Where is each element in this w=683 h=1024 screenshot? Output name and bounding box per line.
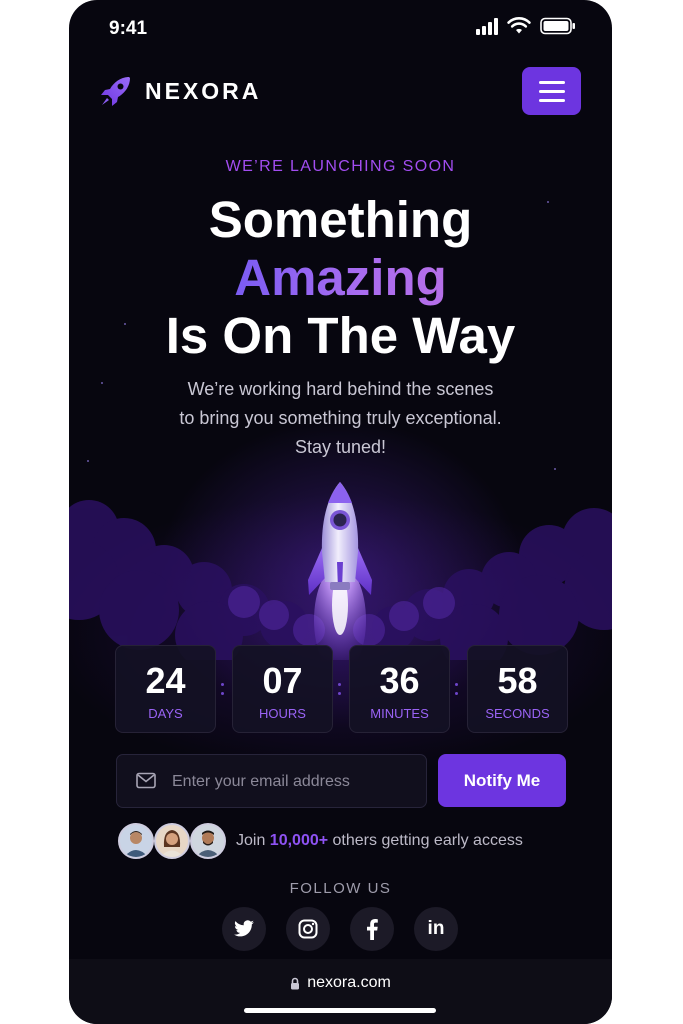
url-row[interactable]: nexora.com bbox=[69, 974, 612, 992]
subtitle-line: Stay tuned! bbox=[294, 437, 387, 457]
brand-name: NEXORA bbox=[145, 77, 262, 104]
linkedin-link[interactable]: in bbox=[414, 907, 458, 951]
twitter-icon bbox=[234, 920, 254, 937]
avatar bbox=[190, 823, 226, 859]
social-proof-prefix: Join bbox=[236, 832, 270, 849]
email-field[interactable] bbox=[116, 754, 427, 809]
countdown-minutes: 36 MINUTES bbox=[349, 645, 450, 733]
countdown-value: 36 bbox=[379, 660, 420, 701]
countdown-label: MINUTES bbox=[370, 706, 429, 721]
instagram-link[interactable] bbox=[286, 907, 330, 951]
rocket-illustration bbox=[69, 470, 612, 675]
follow-us-label: FOLLOW US bbox=[289, 880, 392, 897]
wifi-icon bbox=[507, 17, 531, 34]
home-indicator[interactable] bbox=[244, 1008, 436, 1013]
hamburger-menu-button[interactable] bbox=[522, 67, 581, 115]
status-time: 9:41 bbox=[109, 18, 148, 39]
hero-subtitle: We’re working hard behind the scenes to … bbox=[69, 375, 612, 462]
countdown-label: SECONDS bbox=[485, 706, 550, 721]
status-bar: 9:41 bbox=[69, 0, 612, 56]
countdown-days: 24 DAYS bbox=[115, 645, 216, 733]
headline-highlight: Amazing bbox=[234, 249, 447, 306]
launch-eyebrow: WE’RE LAUNCHING SOON bbox=[225, 158, 456, 175]
top-nav: NEXORA bbox=[69, 66, 612, 116]
mail-icon bbox=[136, 772, 156, 789]
countdown-seconds: 58 SECONDS bbox=[467, 645, 568, 733]
email-input[interactable] bbox=[170, 755, 419, 809]
browser-url-bar: nexora.com bbox=[69, 959, 612, 1024]
headline-line-2: Amazing bbox=[69, 249, 612, 307]
rocket-icon bbox=[101, 77, 130, 106]
cellular-signal-icon bbox=[476, 17, 498, 35]
rocket-launch-graphic bbox=[69, 482, 612, 675]
brand-logo[interactable]: NEXORA bbox=[99, 74, 261, 108]
countdown-hours: 07 HOURS bbox=[232, 645, 333, 733]
countdown-value: 58 bbox=[497, 660, 538, 701]
countdown-value: 07 bbox=[262, 660, 303, 701]
avatar bbox=[154, 823, 190, 859]
lock-icon bbox=[291, 977, 300, 989]
linkedin-icon: in bbox=[427, 918, 445, 939]
hamburger-menu-icon bbox=[538, 80, 565, 84]
headline-line-1: Something bbox=[208, 191, 473, 248]
phone-screen: 9:41 NEXORA WE’RE LAUNCHING SOON Somethi… bbox=[69, 0, 612, 1024]
subtitle-line: to bring you something truly exceptional… bbox=[179, 408, 502, 428]
social-proof-suffix: others getting early access bbox=[328, 832, 523, 849]
facebook-link[interactable] bbox=[350, 907, 394, 951]
url-text: nexora.com bbox=[307, 974, 391, 991]
avatar bbox=[118, 823, 154, 859]
status-icons bbox=[476, 17, 576, 35]
countdown-label: DAYS bbox=[148, 706, 183, 721]
twitter-link[interactable] bbox=[222, 907, 266, 951]
countdown-value: 24 bbox=[145, 660, 186, 701]
social-proof-count: 10,000+ bbox=[269, 832, 329, 849]
facebook-icon bbox=[367, 918, 378, 940]
subtitle-line: We’re working hard behind the scenes bbox=[187, 379, 494, 399]
countdown-separator bbox=[455, 683, 459, 697]
countdown-timer: 24 DAYS 07 HOURS 36 MINUTES 58 SECONDS bbox=[115, 645, 568, 733]
countdown-label: HOURS bbox=[259, 706, 306, 721]
instagram-icon bbox=[298, 919, 318, 939]
battery-icon bbox=[540, 17, 575, 35]
social-proof-text: Join 10,000+ others getting early access bbox=[236, 832, 523, 850]
countdown-separator bbox=[221, 683, 225, 697]
headline-line-3: Is On The Way bbox=[165, 307, 516, 364]
notify-me-button[interactable]: Notify Me bbox=[438, 754, 566, 807]
countdown-separator bbox=[338, 683, 342, 697]
